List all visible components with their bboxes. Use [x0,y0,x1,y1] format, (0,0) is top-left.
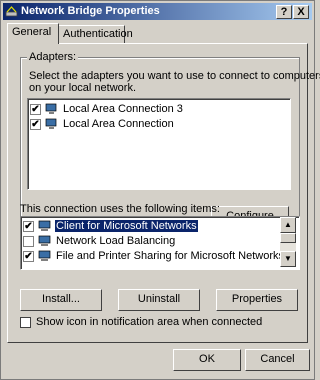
list-item[interactable]: ✔ Local Area Connection 3 [30,102,285,117]
show-icon-option[interactable]: Show icon in notification area when conn… [20,316,300,330]
tab-general-label: General [12,26,52,38]
components-heading: This connection uses the following items… [20,203,220,215]
general-tab-panel: Adapters: Select the adapters you want t… [7,43,320,343]
adapters-list[interactable]: ✔ Local Area Connection 3 ✔ Local Area C… [27,98,291,190]
network-adapter-icon [45,118,57,129]
show-icon-checkbox[interactable] [20,317,31,328]
adapter-label: Local Area Connection [63,118,174,130]
window-title: Network Bridge Properties [21,5,160,17]
adapters-group-label: Adapters: [27,51,79,63]
component-checkbox[interactable] [23,236,34,247]
install-button[interactable]: Install... [20,289,102,311]
scroll-thumb[interactable] [280,233,296,243]
component-label: File and Printer Sharing for Microsoft N… [56,250,285,262]
tab-authentication-label: Authentication [63,28,133,40]
tab-general[interactable]: General [7,23,59,44]
component-label: Network Load Balancing [56,235,176,247]
list-item[interactable]: ✔ Local Area Connection [30,117,285,132]
adapter-checkbox[interactable]: ✔ [30,119,41,130]
adapter-label: Local Area Connection 3 [63,103,183,115]
network-service-icon [38,235,51,246]
title-bar[interactable]: Network Bridge Properties ? X [3,3,312,20]
network-client-icon [38,220,51,231]
adapters-description-line1: Select the adapters you want to use to c… [29,70,320,82]
uninstall-button[interactable]: Uninstall [118,289,200,311]
adapters-description-line2: on your local network. [29,82,136,94]
network-bridge-properties-window: Network Bridge Properties ? X General Au… [0,0,320,380]
adapter-checkbox[interactable]: ✔ [30,104,41,115]
component-checkbox[interactable]: ✔ [23,251,34,262]
scroll-up-icon[interactable]: ▲ [280,217,296,233]
cancel-button[interactable]: Cancel [245,349,310,371]
ok-button[interactable]: OK [173,349,241,371]
tab-authentication[interactable]: Authentication [58,25,133,43]
properties-button[interactable]: Properties [216,289,298,311]
scroll-down-icon[interactable]: ▼ [280,251,296,267]
network-adapter-icon [45,103,57,114]
file-printer-sharing-icon [38,250,51,261]
network-bridge-icon [5,6,18,17]
show-icon-label: Show icon in notification area when conn… [36,316,263,328]
help-button[interactable]: ? [276,5,292,19]
list-item[interactable]: Network Load Balancing [23,234,278,249]
components-scrollbar[interactable]: ▲ ▼ [280,217,296,267]
component-checkbox[interactable]: ✔ [23,221,34,232]
component-label: Client for Microsoft Networks [55,220,198,232]
list-item[interactable]: ✔ Client for Microsoft Networks [23,219,278,234]
close-button[interactable]: X [293,5,309,19]
list-item[interactable]: ✔ File and Printer Sharing for Microsoft… [23,249,284,264]
components-list[interactable]: ✔ Client for Microsoft Networks Network … [20,216,300,270]
